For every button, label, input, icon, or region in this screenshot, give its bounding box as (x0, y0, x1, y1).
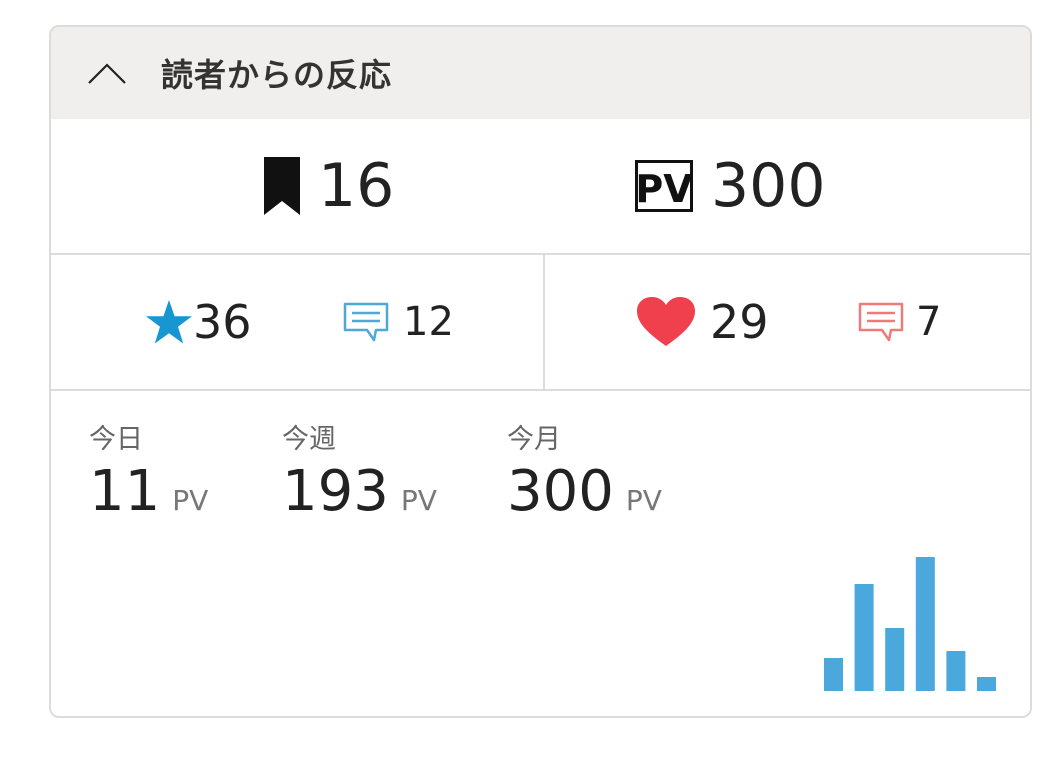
pageview-stats-section: 今日 11 PV 今週 193 PV 今月 300 PV (51, 391, 1030, 716)
summary-row: 16 PV 300 (51, 119, 1030, 255)
star-icon (146, 300, 192, 344)
pv-month-value: 300 (507, 459, 614, 524)
pv-bar-1 (824, 658, 843, 691)
comment-icon (343, 302, 389, 342)
pv-icon-text: PV (635, 167, 693, 211)
bookmark-stat[interactable]: 16 (264, 119, 394, 253)
star-comment-stat[interactable]: 12 (343, 255, 454, 389)
pv-today-value: 11 (89, 459, 161, 524)
pageview-count: 300 (711, 151, 826, 221)
heart-count: 29 (710, 295, 769, 349)
comment-icon (858, 302, 904, 342)
bookmark-icon (264, 157, 300, 215)
pv-today-unit: PV (172, 484, 209, 517)
pv-week-value: 193 (282, 459, 389, 524)
pv-bar-6 (977, 677, 996, 691)
pv-icon: PV (635, 160, 693, 212)
heart-comment-count: 7 (916, 299, 942, 345)
pv-bar-5 (946, 651, 966, 691)
pv-bar-chart (824, 557, 996, 691)
pv-bar-3 (885, 628, 905, 691)
bookmark-count: 16 (318, 151, 395, 221)
pv-week: 今週 193 PV (282, 424, 437, 525)
heart-comment-stat[interactable]: 7 (858, 255, 941, 389)
heart-icon (637, 297, 695, 346)
reactions-divider (543, 255, 545, 389)
pv-bar-2 (854, 584, 874, 691)
section-title: 読者からの反応 (161, 56, 393, 94)
star-stat[interactable]: 36 (145, 255, 252, 389)
pv-week-unit: PV (400, 484, 437, 517)
pv-today-label: 今日 (89, 424, 143, 455)
star-comment-count: 12 (403, 299, 454, 345)
star-count: 36 (193, 295, 252, 349)
pv-bar-4 (915, 557, 935, 691)
pv-month-label: 今月 (507, 424, 561, 455)
pv-month: 今月 300 PV (507, 424, 662, 525)
chevron-up-icon (88, 63, 126, 84)
pv-today: 今日 11 PV (89, 424, 209, 525)
pv-week-label: 今週 (282, 424, 336, 455)
pageview-stat: PV 300 (635, 119, 826, 253)
heart-stat[interactable]: 29 (636, 255, 769, 389)
reactions-row: 36 12 29 7 (51, 255, 1030, 391)
reader-reactions-card: 読者からの反応 16 PV 300 36 12 29 7 今日 11 PV 今週… (49, 25, 1032, 718)
reactions-header-toggle[interactable]: 読者からの反応 (51, 27, 1030, 119)
pv-month-unit: PV (625, 484, 662, 517)
